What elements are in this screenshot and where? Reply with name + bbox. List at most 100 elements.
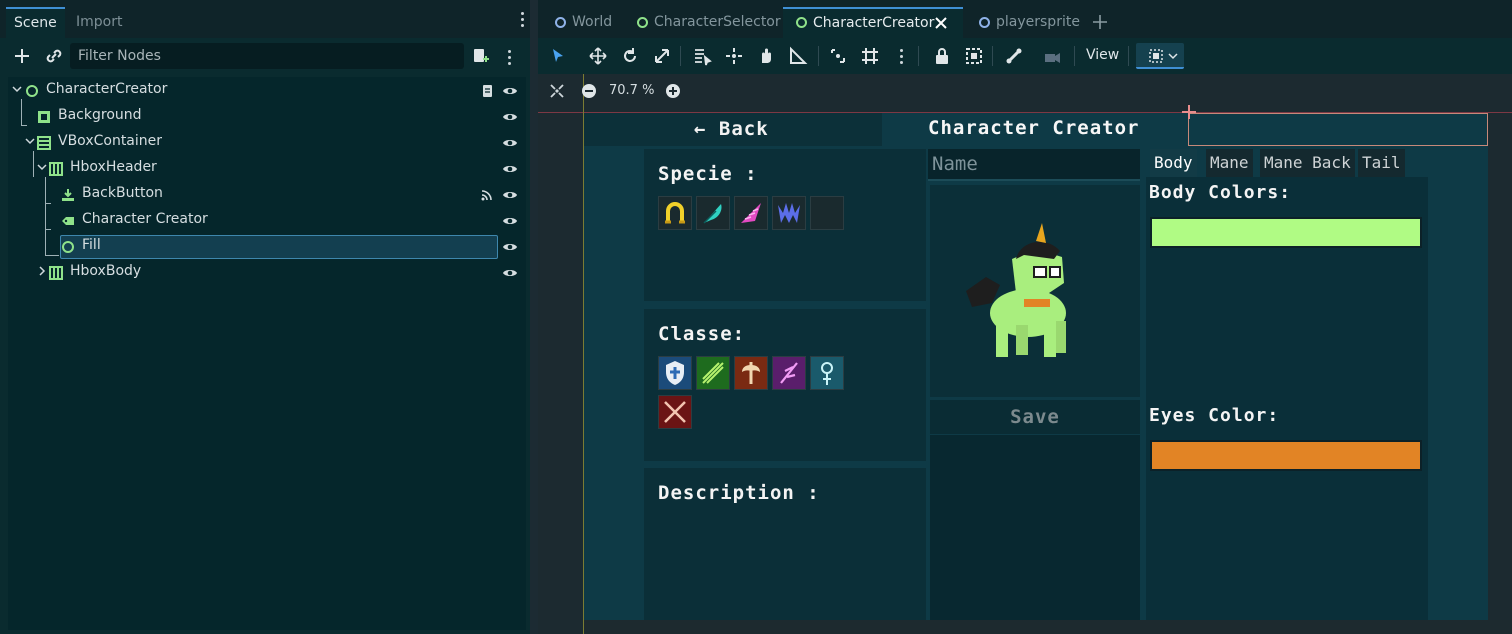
specie-moon-button[interactable] <box>810 196 844 230</box>
anchor-layout-button[interactable] <box>1136 43 1184 69</box>
snap-options-icon[interactable] <box>900 49 903 64</box>
add-node-icon[interactable] <box>12 46 32 66</box>
class-ranger-button[interactable] <box>696 356 730 390</box>
hbox-node-icon <box>49 266 63 280</box>
specie-pegasus-button[interactable] <box>696 196 730 230</box>
visibility-eye-icon[interactable] <box>502 110 518 124</box>
lock-icon[interactable] <box>932 46 952 66</box>
dock-menu-icon[interactable] <box>518 12 526 32</box>
name-field <box>928 149 1140 181</box>
filter-nodes-box <box>70 43 464 69</box>
tab-world[interactable]: World <box>542 7 624 38</box>
tab-tail[interactable]: Tail <box>1358 149 1405 177</box>
tree-item-background[interactable]: Background <box>8 104 526 130</box>
tab-characterselector[interactable]: CharacterSelector <box>624 7 786 38</box>
chevron-right-icon[interactable] <box>37 266 47 276</box>
pony-sprite-icon <box>966 223 1066 357</box>
name-input[interactable] <box>928 149 1140 179</box>
chevron-down-icon[interactable] <box>12 84 22 94</box>
scene-options-icon[interactable] <box>508 50 511 65</box>
colorrect-node-icon <box>38 111 50 123</box>
staff-icon <box>821 362 833 385</box>
visibility-eye-icon[interactable] <box>502 84 518 98</box>
tree-item-charactercreator[interactable]: CharacterCreator <box>8 78 526 104</box>
classe-panel: Classe: <box>644 309 926 461</box>
scene-dock: Scene Import CharacterCreator <box>0 0 530 634</box>
class-healer-button[interactable] <box>810 356 844 390</box>
tree-item-label: Fill <box>82 237 101 253</box>
visibility-eye-icon[interactable] <box>502 162 518 176</box>
main-editor: World CharacterSelector CharacterCreator… <box>538 0 1512 634</box>
tab-mane[interactable]: Mane <box>1206 149 1253 177</box>
script-icon[interactable] <box>480 84 494 98</box>
pivot-tool-icon[interactable] <box>724 46 744 66</box>
dock-tab-bar: Scene Import <box>0 0 530 38</box>
feather-icon <box>703 204 722 224</box>
visibility-eye-icon[interactable] <box>502 266 518 280</box>
center-view-icon[interactable] <box>549 83 565 99</box>
back-button[interactable]: ← Back <box>694 118 769 140</box>
tab-label: CharacterSelector <box>654 14 781 30</box>
visibility-eye-icon[interactable] <box>502 240 518 254</box>
tab-scene[interactable]: Scene <box>6 7 65 38</box>
shield-icon <box>666 361 684 385</box>
add-tab-icon[interactable] <box>1092 14 1108 30</box>
view-menu[interactable]: View <box>1086 47 1119 63</box>
tab-mane-back[interactable]: Mane Back <box>1260 149 1355 177</box>
tree-item-fill[interactable]: Fill <box>8 234 526 260</box>
fill-selection-rect[interactable] <box>1188 113 1488 146</box>
toolbar-separator <box>818 46 819 66</box>
visibility-eye-icon[interactable] <box>502 188 518 202</box>
visibility-eye-icon[interactable] <box>502 214 518 228</box>
scale-tool-icon[interactable] <box>652 46 672 66</box>
tree-item-label: Background <box>58 107 142 123</box>
class-paladin-button[interactable] <box>658 356 692 390</box>
zoom-level[interactable]: 70.7 % <box>609 83 654 98</box>
tree-item-backbutton[interactable]: BackButton <box>8 182 526 208</box>
class-rogue-button[interactable] <box>658 395 692 429</box>
grid-snap-icon[interactable] <box>860 46 880 66</box>
list-select-icon[interactable] <box>692 46 712 66</box>
camera-override-icon[interactable] <box>1042 46 1062 66</box>
tree-item-hboxbody[interactable]: HboxBody <box>8 260 526 286</box>
chevron-down-icon[interactable] <box>37 162 47 172</box>
specie-unicorn-button[interactable] <box>734 196 768 230</box>
toolbar-separator <box>1074 46 1075 66</box>
class-warrior-button[interactable] <box>734 356 768 390</box>
horseshoe-icon <box>665 202 685 224</box>
body-color-picker[interactable] <box>1150 217 1422 248</box>
tab-body[interactable]: Body <box>1150 149 1197 177</box>
specie-batpony-button[interactable] <box>772 196 806 230</box>
save-button[interactable]: Save <box>930 400 1140 434</box>
attach-script-icon[interactable] <box>470 46 490 66</box>
tab-import[interactable]: Import <box>68 7 130 38</box>
chevron-down-icon[interactable] <box>25 136 35 146</box>
tree-selection-highlight <box>60 235 498 259</box>
visibility-eye-icon[interactable] <box>502 136 518 150</box>
close-icon[interactable] <box>935 17 947 29</box>
ruler-tool-icon[interactable] <box>788 46 808 66</box>
tab-charactercreator[interactable]: CharacterCreator <box>783 7 963 38</box>
group-icon[interactable] <box>964 46 984 66</box>
tree-item-character-creator-label[interactable]: Character Creator <box>8 208 526 234</box>
rotate-tool-icon[interactable] <box>620 46 640 66</box>
class-mage-button[interactable] <box>772 356 806 390</box>
instance-scene-link-icon[interactable] <box>44 46 64 66</box>
character-creator-preview[interactable]: ← Back Character Creator Specie : Classe… <box>584 105 1488 621</box>
smart-snap-icon[interactable] <box>828 46 848 66</box>
tab-playersprite[interactable]: playersprite <box>966 7 1092 38</box>
canvas-toolbar: View <box>538 38 1512 74</box>
tree-item-hboxheader[interactable]: HboxHeader <box>8 156 526 182</box>
bone-icon[interactable] <box>1004 46 1024 66</box>
pan-hand-icon[interactable] <box>756 46 776 66</box>
move-tool-icon[interactable] <box>588 46 608 66</box>
zoom-in-icon[interactable] <box>665 83 681 99</box>
signal-icon[interactable] <box>480 188 494 202</box>
eyes-color-picker[interactable] <box>1150 440 1422 471</box>
tree-item-vboxcontainer[interactable]: VBoxContainer <box>8 130 526 156</box>
zoom-out-icon[interactable] <box>581 83 597 99</box>
filter-nodes-input[interactable] <box>78 43 428 69</box>
select-tool-icon[interactable] <box>548 46 568 66</box>
specie-earth-button[interactable] <box>658 196 692 230</box>
control-node-icon <box>62 241 74 253</box>
